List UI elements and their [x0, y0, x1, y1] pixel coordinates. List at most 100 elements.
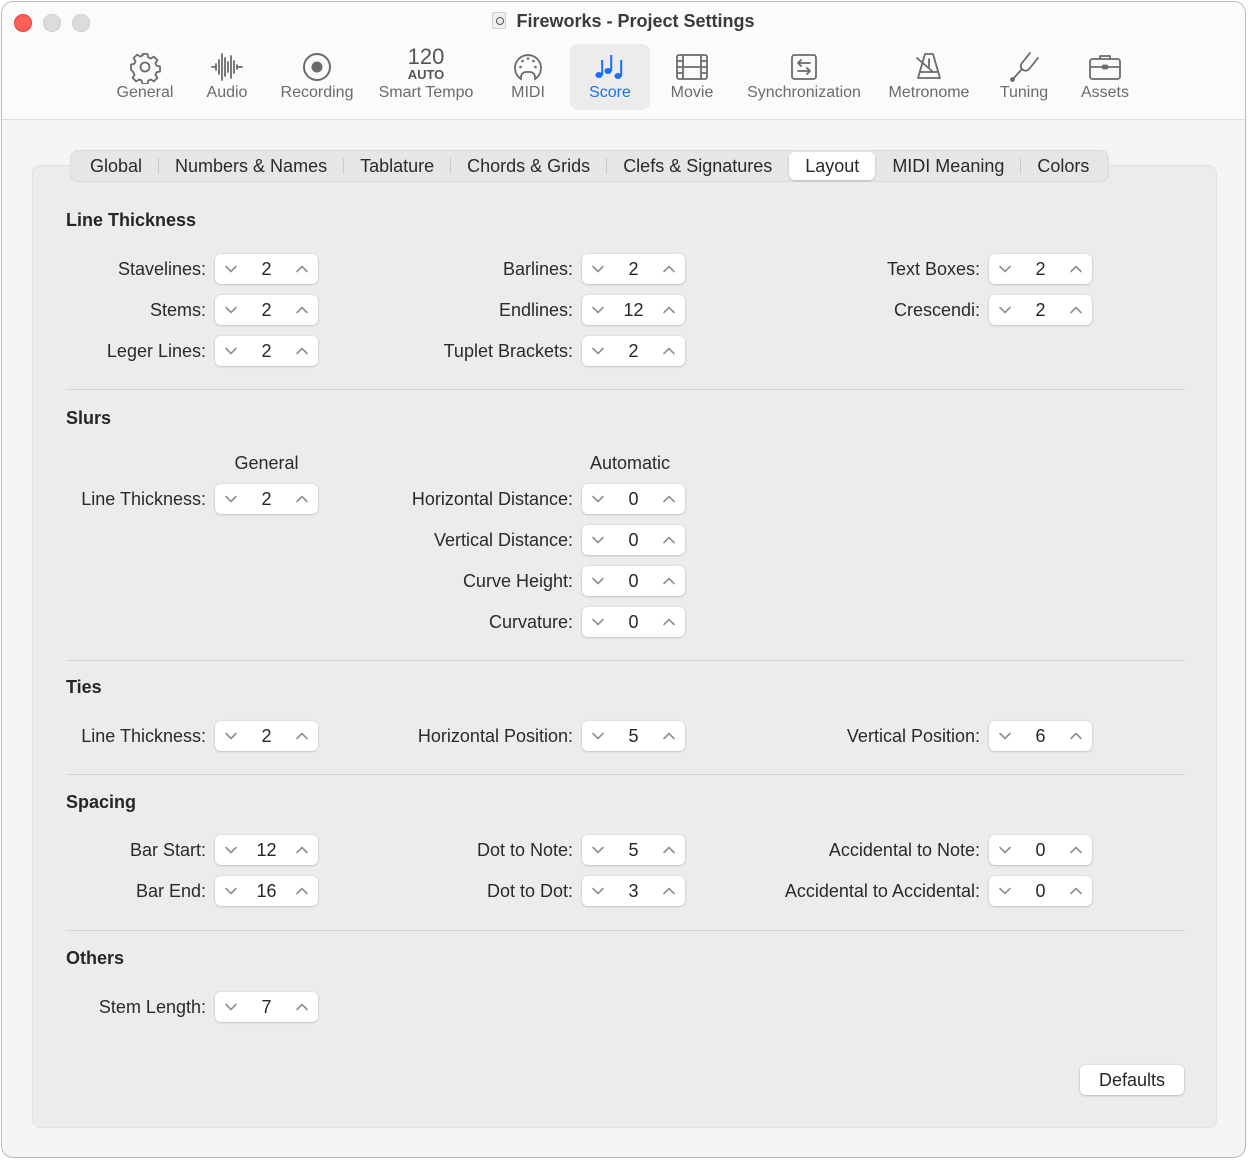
- chevron-up-icon[interactable]: [655, 876, 683, 906]
- stepper-value[interactable]: 2: [243, 721, 290, 751]
- tab-chords-grids[interactable]: Chords & Grids: [451, 152, 606, 180]
- chevron-up-icon[interactable]: [655, 566, 683, 596]
- stepper-value[interactable]: 7: [243, 992, 290, 1022]
- toolbar-item-audio[interactable]: Audio: [197, 44, 257, 110]
- chevron-up-icon[interactable]: [1062, 835, 1090, 865]
- chevron-down-icon[interactable]: [217, 336, 245, 366]
- tab-midi-meaning[interactable]: MIDI Meaning: [876, 152, 1020, 180]
- chevron-down-icon[interactable]: [584, 295, 612, 325]
- chevron-down-icon[interactable]: [584, 607, 612, 637]
- stepper-value[interactable]: 0: [610, 566, 657, 596]
- tab-numbers-names[interactable]: Numbers & Names: [159, 152, 343, 180]
- toolbar-item-score[interactable]: Score: [570, 44, 650, 110]
- chevron-down-icon[interactable]: [584, 254, 612, 284]
- chevron-down-icon[interactable]: [584, 876, 612, 906]
- chevron-up-icon[interactable]: [288, 254, 316, 284]
- toolbar-item-assets[interactable]: Assets: [1072, 44, 1138, 110]
- chevron-up-icon[interactable]: [655, 607, 683, 637]
- value-stepper[interactable]: 6: [989, 721, 1092, 751]
- chevron-down-icon[interactable]: [584, 336, 612, 366]
- chevron-up-icon[interactable]: [655, 484, 683, 514]
- chevron-up-icon[interactable]: [288, 721, 316, 751]
- stepper-value[interactable]: 2: [243, 295, 290, 325]
- value-stepper[interactable]: 5: [582, 721, 685, 751]
- chevron-up-icon[interactable]: [288, 295, 316, 325]
- value-stepper[interactable]: 0: [582, 484, 685, 514]
- value-stepper[interactable]: 3: [582, 876, 685, 906]
- chevron-up-icon[interactable]: [288, 835, 316, 865]
- chevron-down-icon[interactable]: [991, 835, 1019, 865]
- chevron-down-icon[interactable]: [217, 876, 245, 906]
- stepper-value[interactable]: 5: [610, 721, 657, 751]
- chevron-down-icon[interactable]: [217, 254, 245, 284]
- value-stepper[interactable]: 2: [215, 336, 318, 366]
- value-stepper[interactable]: 2: [989, 295, 1092, 325]
- value-stepper[interactable]: 2: [582, 336, 685, 366]
- chevron-up-icon[interactable]: [655, 525, 683, 555]
- chevron-up-icon[interactable]: [1062, 721, 1090, 751]
- stepper-value[interactable]: 0: [610, 607, 657, 637]
- toolbar-item-general[interactable]: General: [110, 44, 180, 110]
- value-stepper[interactable]: 0: [989, 876, 1092, 906]
- value-stepper[interactable]: 7: [215, 992, 318, 1022]
- chevron-up-icon[interactable]: [288, 484, 316, 514]
- value-stepper[interactable]: 0: [582, 525, 685, 555]
- value-stepper[interactable]: 2: [215, 484, 318, 514]
- tab-layout[interactable]: Layout: [789, 152, 876, 180]
- chevron-down-icon[interactable]: [584, 566, 612, 596]
- value-stepper[interactable]: 0: [582, 607, 685, 637]
- chevron-up-icon[interactable]: [288, 336, 316, 366]
- stepper-value[interactable]: 0: [1017, 876, 1064, 906]
- stepper-value[interactable]: 2: [243, 336, 290, 366]
- stepper-value[interactable]: 5: [610, 835, 657, 865]
- chevron-up-icon[interactable]: [1062, 876, 1090, 906]
- stepper-value[interactable]: 2: [1017, 254, 1064, 284]
- stepper-value[interactable]: 6: [1017, 721, 1064, 751]
- tab-colors[interactable]: Colors: [1021, 152, 1105, 180]
- chevron-down-icon[interactable]: [217, 835, 245, 865]
- chevron-down-icon[interactable]: [217, 484, 245, 514]
- chevron-down-icon[interactable]: [991, 721, 1019, 751]
- chevron-down-icon[interactable]: [217, 295, 245, 325]
- chevron-up-icon[interactable]: [655, 721, 683, 751]
- chevron-down-icon[interactable]: [584, 835, 612, 865]
- value-stepper[interactable]: 2: [582, 254, 685, 284]
- stepper-value[interactable]: 12: [243, 835, 290, 865]
- chevron-down-icon[interactable]: [991, 295, 1019, 325]
- stepper-value[interactable]: 3: [610, 876, 657, 906]
- chevron-up-icon[interactable]: [655, 254, 683, 284]
- value-stepper[interactable]: 5: [582, 835, 685, 865]
- toolbar-item-smart-tempo[interactable]: 120 AUTO Smart Tempo: [370, 44, 482, 110]
- stepper-value[interactable]: 2: [243, 254, 290, 284]
- value-stepper[interactable]: 2: [215, 254, 318, 284]
- tab-global[interactable]: Global: [74, 152, 158, 180]
- toolbar-item-midi[interactable]: MIDI: [498, 44, 558, 110]
- toolbar-item-movie[interactable]: Movie: [662, 44, 722, 110]
- value-stepper[interactable]: 2: [215, 721, 318, 751]
- stepper-value[interactable]: 2: [243, 484, 290, 514]
- chevron-up-icon[interactable]: [288, 876, 316, 906]
- chevron-down-icon[interactable]: [991, 254, 1019, 284]
- toolbar-item-tuning[interactable]: Tuning: [992, 44, 1056, 110]
- chevron-down-icon[interactable]: [584, 484, 612, 514]
- value-stepper[interactable]: 0: [989, 835, 1092, 865]
- stepper-value[interactable]: 12: [610, 295, 657, 325]
- chevron-up-icon[interactable]: [655, 336, 683, 366]
- chevron-up-icon[interactable]: [1062, 254, 1090, 284]
- tab-clefs-signatures[interactable]: Clefs & Signatures: [607, 152, 788, 180]
- stepper-value[interactable]: 0: [610, 484, 657, 514]
- stepper-value[interactable]: 2: [1017, 295, 1064, 325]
- stepper-value[interactable]: 2: [610, 254, 657, 284]
- chevron-down-icon[interactable]: [584, 721, 612, 751]
- stepper-value[interactable]: 0: [610, 525, 657, 555]
- value-stepper[interactable]: 12: [215, 835, 318, 865]
- toolbar-item-metronome[interactable]: Metronome: [882, 44, 976, 110]
- chevron-down-icon[interactable]: [584, 525, 612, 555]
- stepper-value[interactable]: 2: [610, 336, 657, 366]
- chevron-up-icon[interactable]: [1062, 295, 1090, 325]
- toolbar-item-synchronization[interactable]: Synchronization: [737, 44, 871, 110]
- defaults-button[interactable]: Defaults: [1080, 1065, 1184, 1095]
- stepper-value[interactable]: 0: [1017, 835, 1064, 865]
- toolbar-item-recording[interactable]: Recording: [274, 44, 360, 110]
- chevron-up-icon[interactable]: [655, 295, 683, 325]
